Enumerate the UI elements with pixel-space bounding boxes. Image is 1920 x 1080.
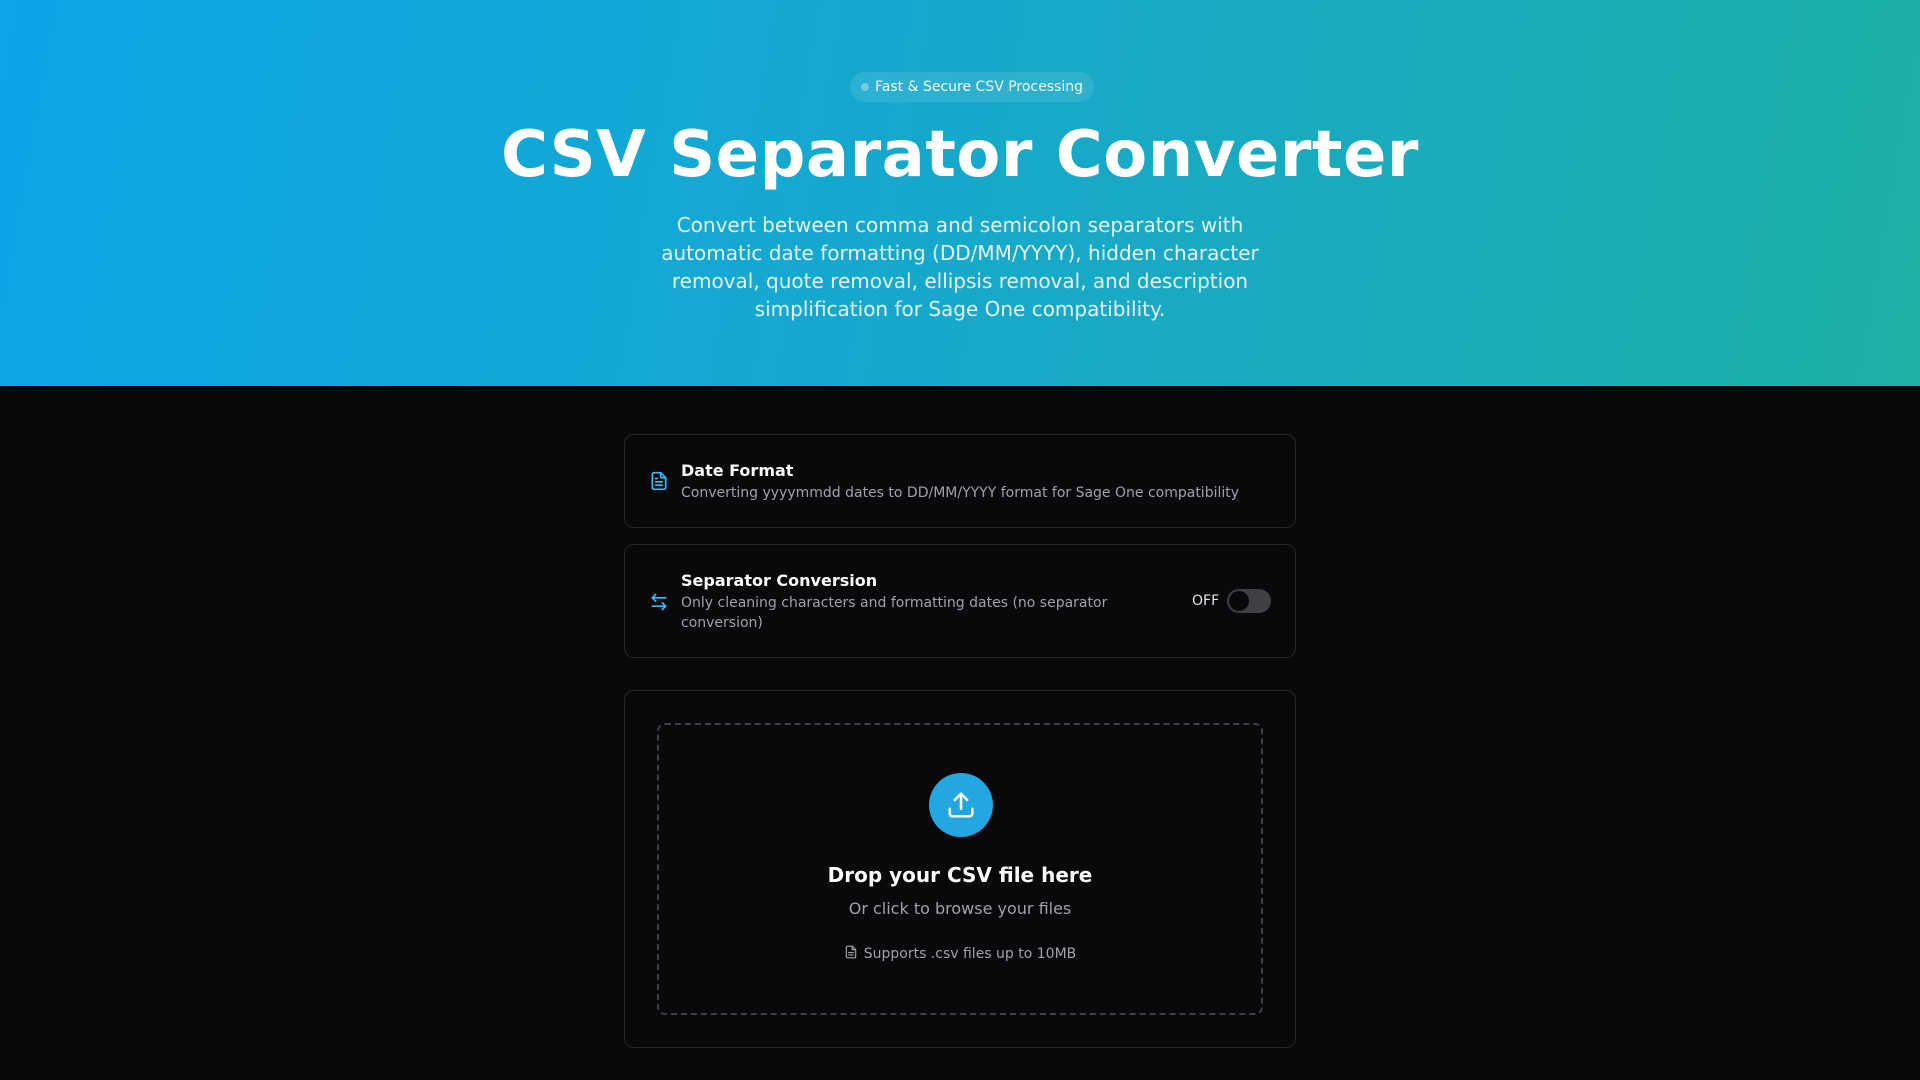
toggle-knob — [1229, 591, 1249, 611]
hero-subtitle: Convert between comma and semicolon sepa… — [661, 213, 1259, 321]
file-text-icon — [649, 471, 669, 491]
separator-conversion-toggle[interactable] — [1227, 589, 1271, 613]
csv-dropzone[interactable]: Drop your CSV file here Or click to brow… — [657, 723, 1263, 1015]
page-title: CSV Separator Converter — [501, 118, 1419, 192]
hero-badge-text: Fast & Secure CSV Processing — [875, 79, 1083, 95]
separator-conversion-description: Only cleaning characters and formatting … — [681, 595, 1108, 631]
badge-dot-icon — [861, 83, 869, 91]
hero-banner: Fast & Secure CSV Processing CSV Separat… — [0, 0, 1920, 386]
dropzone-title: Drop your CSV file here — [827, 863, 1093, 887]
toggle-state-label: OFF — [1192, 593, 1220, 609]
upload-card: Drop your CSV file here Or click to brow… — [624, 690, 1296, 1048]
date-format-card: Date Format Converting yyyymmdd dates to… — [624, 434, 1296, 528]
file-support-text: Supports .csv files up to 10MB — [863, 946, 1077, 962]
separator-conversion-title: Separator Conversion — [681, 571, 878, 590]
file-support-note: Supports .csv files up to 10MB — [659, 945, 1261, 963]
hero-badge: Fast & Secure CSV Processing — [850, 72, 1094, 102]
date-format-title: Date Format — [681, 461, 794, 480]
separator-conversion-card: Separator Conversion Only cleaning chara… — [624, 544, 1296, 658]
upload-icon[interactable] — [929, 773, 993, 837]
file-icon — [844, 945, 858, 963]
dropzone-subtitle: Or click to browse your files — [848, 899, 1072, 918]
date-format-description: Converting yyyymmdd dates to DD/MM/YYYY … — [681, 485, 1240, 501]
arrow-left-right-icon — [649, 592, 669, 612]
